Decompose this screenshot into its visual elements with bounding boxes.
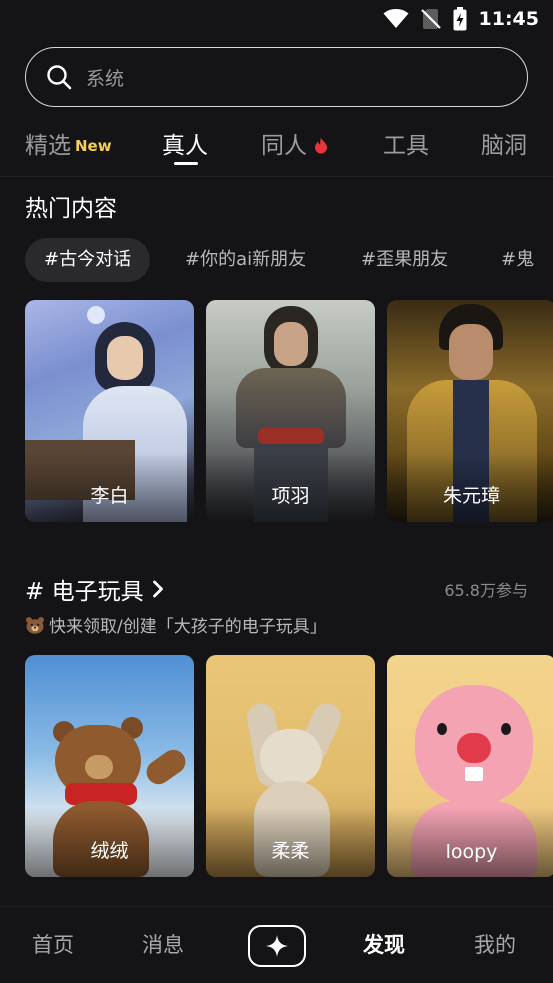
toy-card[interactable]: 绒绒 <box>25 655 194 877</box>
search-placeholder: 系统 <box>86 67 125 90</box>
character-name: 李白 <box>90 485 129 507</box>
divider <box>0 176 553 177</box>
tab-featured[interactable]: 精选 New <box>25 126 112 160</box>
new-badge: New <box>75 137 112 155</box>
tab-label: 脑洞 <box>481 133 527 159</box>
participant-count: 65.8万参与 <box>444 581 528 600</box>
bear-emoji-icon <box>26 616 44 634</box>
nav-home[interactable]: 首页 <box>32 929 74 959</box>
character-card[interactable]: 李白 <box>25 300 194 522</box>
chip-foreign-friend[interactable]: #歪果朋友 <box>361 238 448 282</box>
active-tab-indicator <box>174 162 198 165</box>
topic-description-text: 快来领取/创建「大孩子的电子玩具」 <box>49 617 327 637</box>
tab-fan-works[interactable]: 同人 <box>261 126 328 160</box>
toy-name: 绒绒 <box>90 840 129 862</box>
section-title: 热门内容 <box>25 196 117 222</box>
flame-icon <box>315 137 328 154</box>
tab-tools[interactable]: 工具 <box>383 126 429 160</box>
tab-label: 同人 <box>261 133 307 159</box>
tab-label: 精选 <box>25 133 71 159</box>
wifi-icon <box>383 9 409 28</box>
toy-card[interactable]: loopy <box>387 655 553 877</box>
chip-ai-new-friend[interactable]: #你的ai新朋友 <box>185 238 306 282</box>
tab-label: 工具 <box>383 133 429 159</box>
topic-header[interactable]: # 电子玩具 <box>25 572 164 606</box>
nav-profile[interactable]: 我的 <box>474 929 516 959</box>
search-icon <box>47 65 72 90</box>
create-button[interactable] <box>248 925 306 967</box>
hot-character-cards: 李白 项羽 朱元璋 <box>25 300 553 522</box>
character-name: 项羽 <box>271 485 310 507</box>
chip-ancient-modern-dialogue[interactable]: #古今对话 <box>25 238 151 282</box>
search-input[interactable]: 系统 <box>25 47 528 107</box>
topic-description: 快来领取/创建「大孩子的电子玩具」 <box>25 612 327 637</box>
character-card[interactable]: 项羽 <box>206 300 375 522</box>
topic-title: # 电子玩具 <box>25 579 144 605</box>
toy-cards: 绒绒 柔柔 loopy <box>25 655 553 877</box>
character-card[interactable]: 朱元璋 <box>387 300 553 522</box>
tab-label: 真人 <box>162 133 208 159</box>
status-bar: 11:45 <box>0 0 553 40</box>
status-icons: 11:45 <box>383 7 539 31</box>
chip-ghost[interactable]: #鬼 <box>501 238 534 282</box>
battery-charging-icon <box>453 7 467 31</box>
tab-real-person[interactable]: 真人 <box>162 126 208 160</box>
toy-card[interactable]: 柔柔 <box>206 655 375 877</box>
tab-brainstorm[interactable]: 脑洞 <box>481 126 527 160</box>
nav-messages[interactable]: 消息 <box>142 929 184 959</box>
toy-name: loopy <box>445 841 498 863</box>
sparkle-icon <box>266 935 288 957</box>
no-sim-icon <box>420 9 441 29</box>
status-time: 11:45 <box>478 8 539 30</box>
hashtag-chips: #古今对话 #你的ai新朋友 #歪果朋友 #鬼 <box>25 238 553 282</box>
bottom-nav: 首页 消息 发现 我的 <box>0 906 553 983</box>
chevron-right-icon <box>152 580 163 598</box>
character-name: 朱元璋 <box>442 485 500 507</box>
category-tabs: 精选 New 真人 同人 工具 脑洞 <box>0 120 553 170</box>
nav-discover[interactable]: 发现 <box>363 929 405 959</box>
toy-name: 柔柔 <box>271 840 310 862</box>
